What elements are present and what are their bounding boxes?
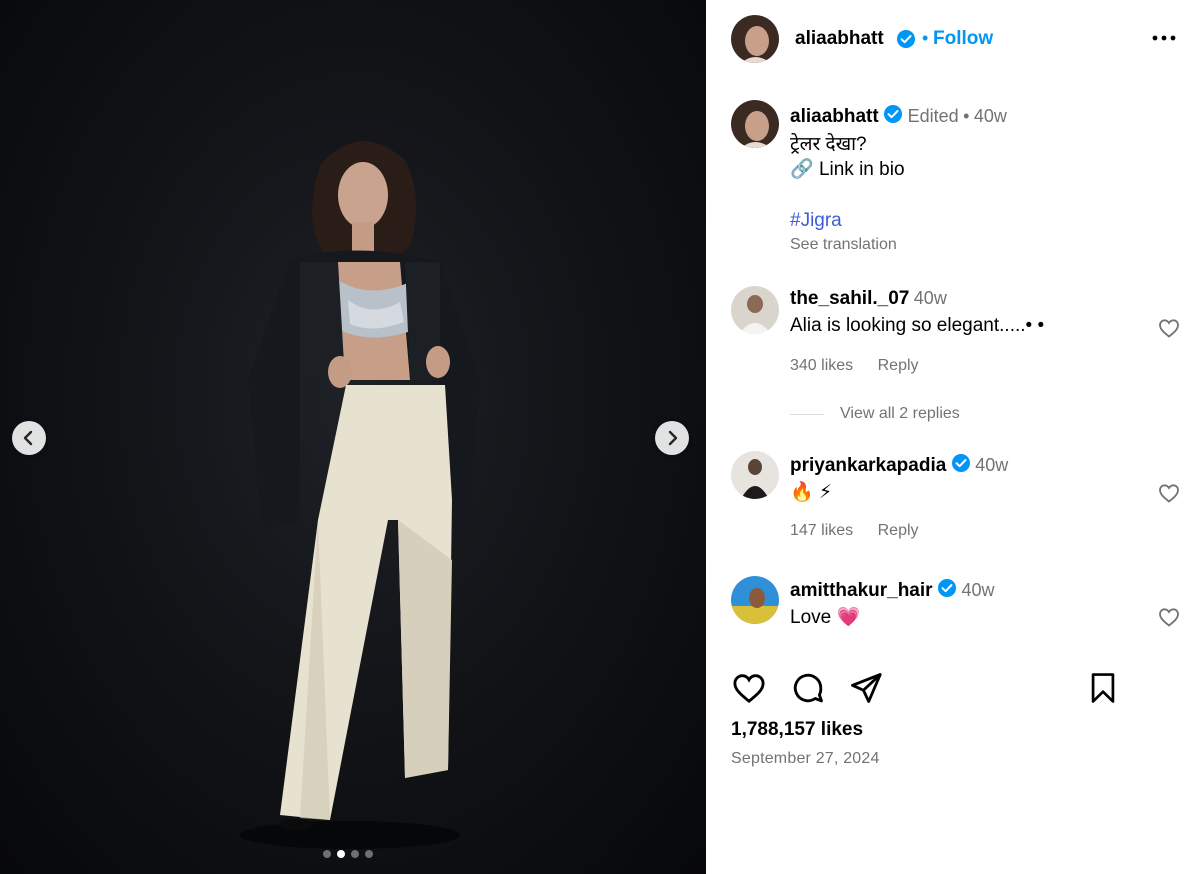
comment-text: 🔥 ⚡ [790, 482, 833, 503]
verified-badge-icon [951, 453, 971, 478]
post-date: September 27, 2024 [731, 750, 880, 767]
comment-meta-row: amitthakur_hair 40w [790, 578, 994, 603]
comment-meta-row: priyankarkapadia 40w [790, 453, 1008, 478]
caption-hashtag[interactable]: #Jigra [790, 210, 842, 232]
comment-username[interactable]: amitthakur_hair [790, 580, 933, 601]
bookmark-icon[interactable] [1086, 670, 1120, 706]
view-replies-button[interactable]: View all 2 replies [840, 405, 960, 423]
reply-button[interactable]: Reply [878, 522, 919, 539]
post-action-bar [706, 664, 1200, 710]
replies-divider [790, 413, 824, 415]
comment-actions: 147 likes Reply [790, 522, 919, 540]
comment-text: Love 💗 [790, 607, 861, 628]
carousel-dot [323, 850, 331, 858]
chevron-left-icon [23, 430, 33, 446]
post-likes-count[interactable]: 1,788,157 likes [731, 719, 863, 741]
caption-meta-row: aliaabhatt Edited • 40w [790, 104, 1007, 129]
comment-likes[interactable]: 340 likes [790, 357, 853, 374]
post-header: aliaabhatt • Follow [706, 0, 1200, 78]
comment-time: 40w [975, 455, 1009, 475]
carousel-dot [365, 850, 373, 858]
post-photo [240, 141, 480, 849]
follow-button[interactable]: Follow [933, 28, 993, 50]
commenter-avatar[interactable] [731, 451, 779, 499]
comment-text: Alia is looking so elegant.....• • [790, 315, 1045, 336]
carousel-dot [351, 850, 359, 858]
comment-actions: 340 likes Reply [790, 357, 919, 375]
share-icon[interactable] [848, 670, 884, 706]
verified-badge-icon [937, 578, 957, 603]
commenter-avatar[interactable] [731, 286, 779, 334]
verified-badge-icon [896, 29, 916, 54]
comment-like-heart-icon[interactable] [1157, 605, 1181, 629]
see-translation-link[interactable]: See translation [790, 236, 897, 254]
chevron-right-icon [668, 430, 678, 446]
more-options-icon[interactable] [1150, 30, 1178, 46]
reply-button[interactable]: Reply [878, 357, 919, 374]
comment-username[interactable]: the_sahil._07 [790, 288, 909, 309]
heart-icon[interactable] [730, 670, 768, 706]
caption-line-1: ट्रेलर देखा? [790, 134, 867, 155]
link-emoji-icon: 🔗 [790, 159, 814, 180]
caption-author-avatar[interactable] [731, 100, 779, 148]
post-media[interactable] [0, 0, 706, 874]
comment-like-heart-icon[interactable] [1157, 316, 1181, 340]
carousel-dot-active [337, 850, 345, 858]
verified-badge-icon [883, 104, 903, 129]
author-avatar[interactable] [731, 15, 779, 63]
caption-time[interactable]: 40w [974, 106, 1007, 126]
follow-separator: • [922, 28, 929, 48]
caption-username[interactable]: aliaabhatt [790, 106, 879, 127]
commenter-avatar[interactable] [731, 576, 779, 624]
caption-line-2: 🔗 Link in bio [790, 157, 905, 181]
view-replies-row: View all 2 replies [790, 405, 960, 423]
comment-username[interactable]: priyankarkapadia [790, 455, 946, 476]
caption-line-2-text: Link in bio [818, 159, 905, 180]
meta-dot: • [963, 106, 970, 126]
author-username[interactable]: aliaabhatt [795, 28, 884, 50]
comment-time: 40w [961, 580, 995, 600]
post-side-panel: aliaabhatt • Follow aliaabhatt Edited • … [706, 0, 1200, 874]
comment-likes[interactable]: 147 likes [790, 522, 853, 539]
comment-time: 40w [913, 288, 947, 308]
carousel-prev-button[interactable] [12, 421, 46, 455]
comment-like-heart-icon[interactable] [1157, 481, 1181, 505]
edited-label: Edited [907, 106, 959, 126]
carousel-next-button[interactable] [655, 421, 689, 455]
carousel-indicator [323, 850, 373, 858]
comment-meta-row: the_sahil._07 40w [790, 288, 947, 310]
comment-icon[interactable] [790, 670, 826, 706]
